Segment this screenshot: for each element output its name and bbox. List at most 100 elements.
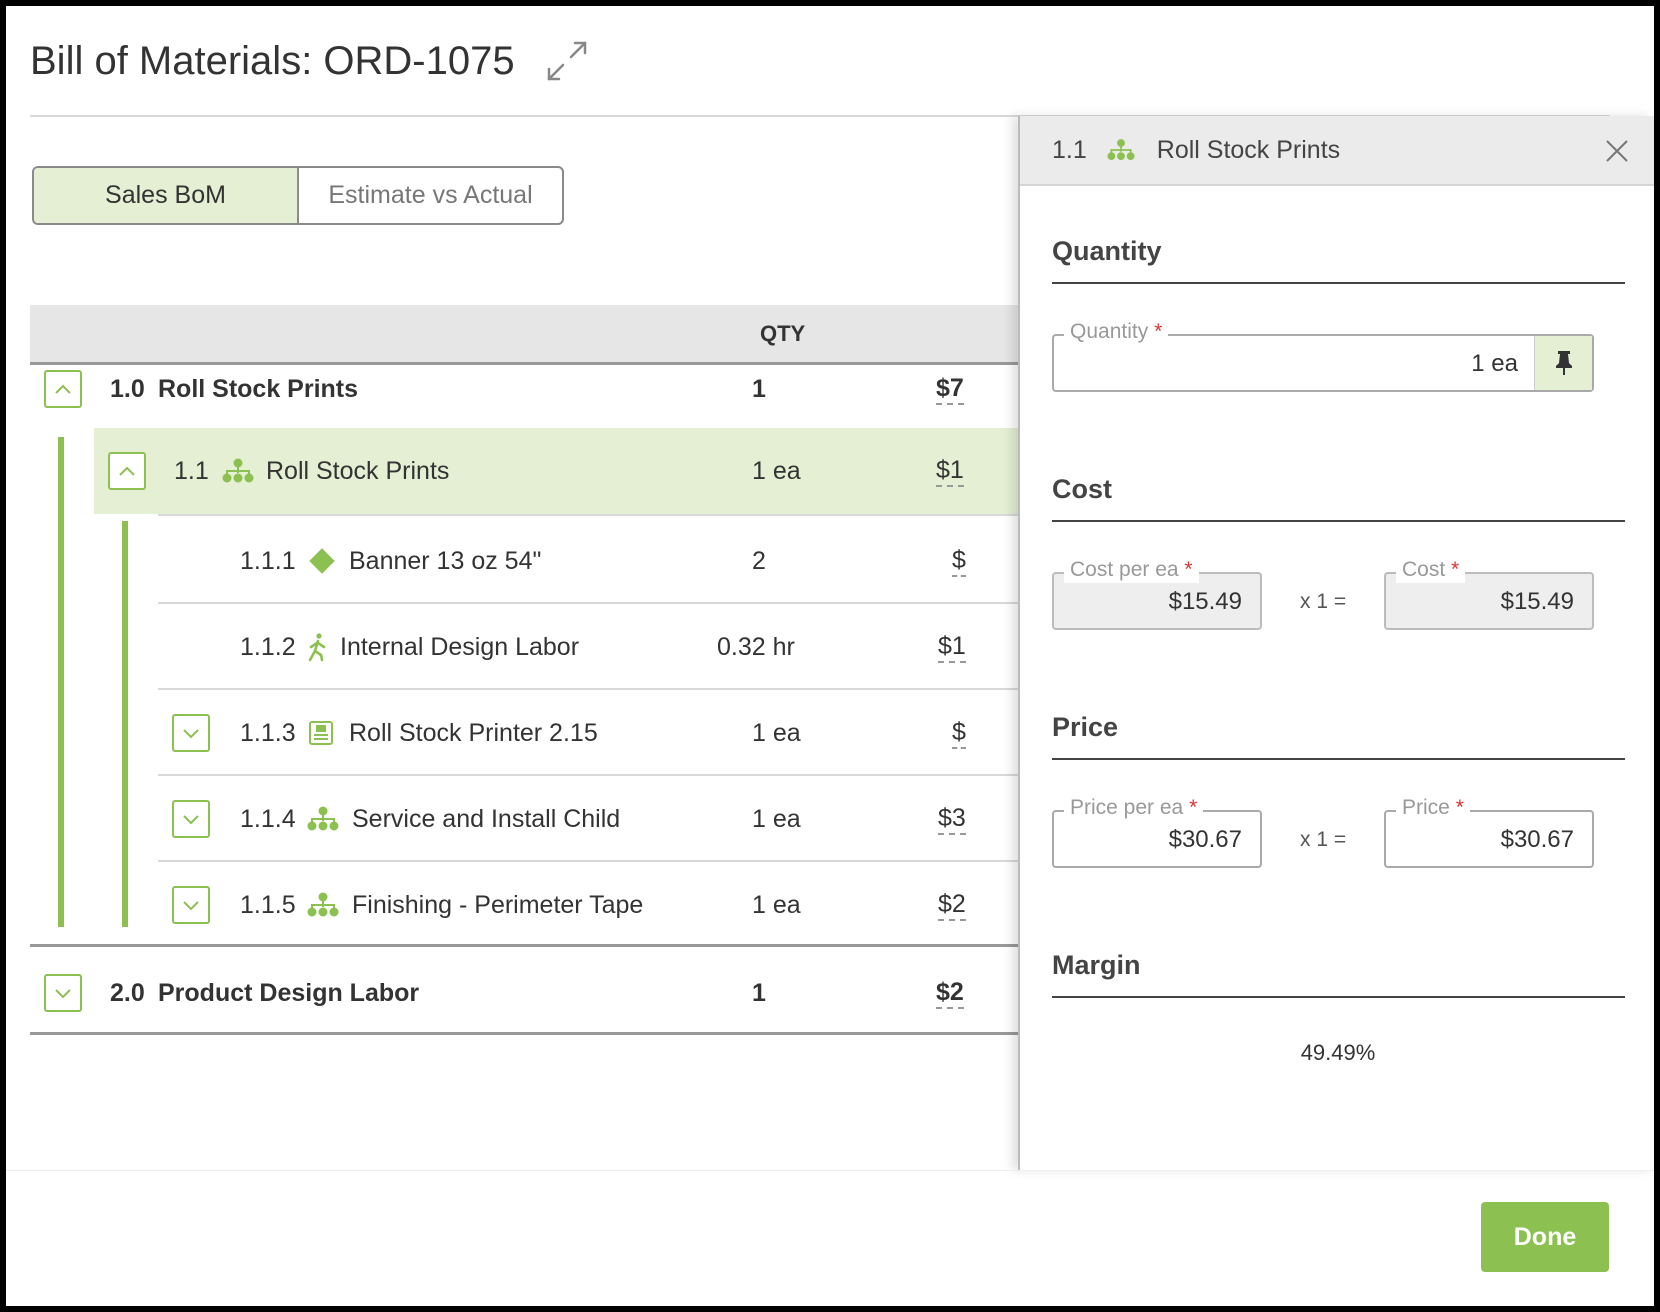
row-qty: 1: [752, 374, 766, 403]
cost-multiplier: x 1 =: [1300, 590, 1347, 613]
row-number: 1.1.4: [240, 804, 296, 833]
expand-button[interactable]: [172, 886, 210, 924]
row-divider: [30, 1032, 1030, 1035]
hierarchy-icon: [307, 892, 339, 918]
row-label: Product Design Labor: [158, 978, 420, 1007]
row-label: Roll Stock Prints: [266, 456, 450, 485]
printer-machine-icon: [307, 719, 335, 747]
row-label: Roll Stock Prints: [158, 374, 359, 403]
row-number: 2.0: [110, 978, 145, 1007]
cost-per-field: Cost per ea * $15.49: [1052, 557, 1262, 630]
quantity-field[interactable]: Quantity * 1 ea: [1052, 319, 1594, 392]
row-label: Banner 13 oz 54": [349, 546, 542, 575]
row-qty: 1 ea: [752, 718, 801, 747]
chevron-down-icon: [55, 989, 71, 999]
view-toggle: Sales BoM Estimate vs Actual: [32, 166, 564, 225]
diamond-icon: [308, 547, 336, 575]
chevron-up-icon: [55, 384, 71, 394]
panel-item-number: 1.1: [1052, 135, 1087, 164]
section-rule: [1052, 996, 1625, 998]
collapse-button[interactable]: [44, 370, 82, 408]
hierarchy-icon: [222, 458, 254, 484]
cost-total-value: $15.49: [1500, 588, 1574, 615]
expand-button[interactable]: [44, 974, 82, 1012]
row-cost[interactable]: $3: [938, 803, 966, 835]
bom-dialog: Bill of Materials: ORD-1075 Sales BoM Es…: [6, 6, 1654, 1306]
done-button[interactable]: Done: [1481, 1202, 1609, 1272]
table-row[interactable]: 1.1.1 Banner 13 oz 54" 2 $: [158, 516, 1030, 606]
quantity-field-label: Quantity *: [1064, 319, 1169, 345]
expand-button[interactable]: [172, 714, 210, 752]
row-number: 1.1.1: [240, 546, 296, 575]
section-rule: [1052, 758, 1625, 760]
title-row: Bill of Materials: ORD-1075: [30, 36, 589, 86]
price-total-label: Price *: [1396, 795, 1470, 821]
footer-divider: [6, 1170, 1654, 1171]
row-number: 1.1.3: [240, 718, 296, 747]
price-per-label: Price per ea *: [1064, 795, 1204, 821]
expand-button[interactable]: [172, 800, 210, 838]
cost-per-label: Cost per ea *: [1064, 557, 1199, 583]
row-qty: 1 ea: [752, 804, 801, 833]
row-cost[interactable]: $: [952, 545, 966, 577]
row-qty: 1: [752, 978, 766, 1007]
hierarchy-icon: [1107, 138, 1135, 162]
section-rule: [1052, 282, 1625, 284]
level1-bar: [58, 437, 64, 927]
table-row[interactable]: 1.0 Roll Stock Prints 1 $7: [30, 344, 1030, 434]
chevron-down-icon: [183, 815, 199, 825]
chevron-down-icon: [183, 729, 199, 739]
row-cost[interactable]: $2: [936, 977, 964, 1009]
row-number: 1.1.2: [240, 632, 296, 661]
hierarchy-icon: [307, 806, 339, 832]
row-number: 1.1: [174, 456, 209, 485]
panel-header: 1.1 Roll Stock Prints: [1020, 116, 1654, 186]
detail-panel: 1.1 Roll Stock Prints Quantity Quantity …: [1018, 116, 1654, 1170]
row-qty: 2: [752, 546, 766, 575]
row-number: 1.1.5: [240, 890, 296, 919]
margin-section-title: Margin: [1052, 950, 1141, 980]
price-per-value[interactable]: $30.67: [1169, 826, 1242, 854]
table-row[interactable]: 1.1.2 Internal Design Labor 0.32 hr $1: [158, 602, 1030, 692]
price-total-field[interactable]: Price * $30.67: [1384, 795, 1594, 868]
quantity-value[interactable]: 1 ea: [1471, 350, 1518, 378]
collapse-button[interactable]: [108, 452, 146, 490]
quantity-section-title: Quantity: [1052, 236, 1162, 266]
pin-button[interactable]: [1534, 336, 1592, 390]
estimate-vs-actual-tab[interactable]: Estimate vs Actual: [299, 168, 562, 223]
table-row[interactable]: 1.1.4 Service and Install Child 1 ea $3: [158, 774, 1030, 864]
dialog-title: Bill of Materials: ORD-1075: [30, 38, 515, 83]
panel-title: Roll Stock Prints: [1156, 135, 1341, 164]
row-cost[interactable]: $7: [936, 373, 964, 405]
person-walking-icon: [306, 632, 328, 662]
row-cost[interactable]: $2: [938, 889, 966, 921]
table-row[interactable]: 1.1.5 Finishing - Perimeter Tape 1 ea $2: [158, 860, 1030, 950]
row-label: Internal Design Labor: [340, 632, 580, 661]
table-row[interactable]: 1.1.3 Roll Stock Printer 2.15 1 ea $: [158, 688, 1030, 778]
sales-bom-tab[interactable]: Sales BoM: [34, 168, 299, 223]
expand-arrows-icon[interactable]: [545, 39, 589, 83]
price-total-value[interactable]: $30.67: [1501, 826, 1574, 854]
row-label: Roll Stock Printer 2.15: [349, 718, 598, 747]
cost-total-field: Cost * $15.49: [1384, 557, 1594, 630]
margin-value: 49.49%: [1300, 1040, 1376, 1065]
row-cost[interactable]: $: [952, 717, 966, 749]
cost-section-title: Cost: [1052, 474, 1112, 504]
cost-total-label: Cost *: [1396, 557, 1466, 583]
section-rule: [1052, 520, 1625, 522]
cost-per-value: $15.49: [1168, 588, 1242, 615]
row-cost[interactable]: $1: [938, 631, 966, 663]
row-divider: [30, 944, 1030, 947]
level2-bar: [122, 521, 128, 927]
row-qty: 1 ea: [752, 456, 801, 485]
table-row[interactable]: 2.0 Product Design Labor 1 $2: [30, 948, 1030, 1038]
row-label: Service and Install Child: [352, 804, 621, 833]
row-qty: 1 ea: [752, 890, 801, 919]
table-row-selected[interactable]: 1.1 Roll Stock Prints 1 ea $1: [94, 428, 1030, 514]
chevron-up-icon: [119, 466, 135, 476]
price-per-field[interactable]: Price per ea * $30.67: [1052, 795, 1262, 868]
row-cost[interactable]: $1: [936, 455, 964, 487]
close-icon[interactable]: [1604, 138, 1630, 164]
chevron-down-icon: [183, 901, 199, 911]
price-multiplier: x 1 =: [1300, 828, 1347, 851]
